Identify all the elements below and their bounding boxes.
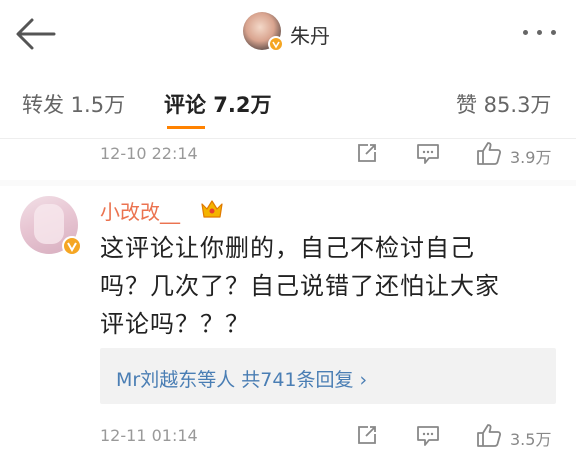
- tab-repost[interactable]: 转发 1.5万: [22, 89, 125, 119]
- like-icon[interactable]: [476, 422, 502, 452]
- verified-icon: [268, 36, 284, 52]
- prev-comment-actions: 12-10 22:14 3.9万: [0, 140, 576, 170]
- comment-icon[interactable]: [416, 143, 440, 169]
- header-user-name[interactable]: 朱丹: [290, 20, 330, 49]
- comment-username[interactable]: 小改改__: [100, 196, 180, 225]
- divider: [0, 180, 576, 186]
- crown-badge-icon: [200, 198, 224, 220]
- share-icon[interactable]: [356, 424, 378, 450]
- verified-icon: [62, 236, 82, 256]
- comment-actions: 12-11 01:14 3.5万: [0, 422, 576, 452]
- comment-text-line-2: 吗？几次了？自己说错了还怕让大家: [100, 272, 500, 300]
- top-bar: 朱丹: [0, 0, 576, 66]
- comment-icon[interactable]: [416, 425, 440, 451]
- comment-like-count: 3.5万: [510, 430, 552, 449]
- comment-text-line-1: 这评论让你删的，自己不检讨自己: [100, 234, 475, 262]
- comment-time: 12-11 01:14: [100, 426, 198, 445]
- more-icon[interactable]: [520, 30, 560, 38]
- prev-comment-time: 12-10 22:14: [100, 144, 198, 163]
- tab-bar: 转发 1.5万 评论 7.2万 赞 85.3万: [0, 66, 576, 139]
- comment-text-line-3: 评论吗？？？: [100, 310, 250, 338]
- replies-link[interactable]: Mr刘越东等人 共741条回复 ›: [100, 348, 556, 404]
- tab-comments[interactable]: 评论 7.2万: [164, 89, 272, 119]
- active-tab-indicator: [167, 126, 205, 129]
- back-arrow-icon[interactable]: [14, 14, 58, 54]
- like-icon[interactable]: [476, 140, 502, 170]
- replies-summary[interactable]: Mr刘越东等人 共741条回复 ›: [116, 365, 367, 392]
- tab-likes[interactable]: 赞 85.3万: [456, 89, 551, 119]
- share-icon[interactable]: [356, 142, 378, 168]
- prev-comment-like-count: 3.9万: [510, 148, 552, 167]
